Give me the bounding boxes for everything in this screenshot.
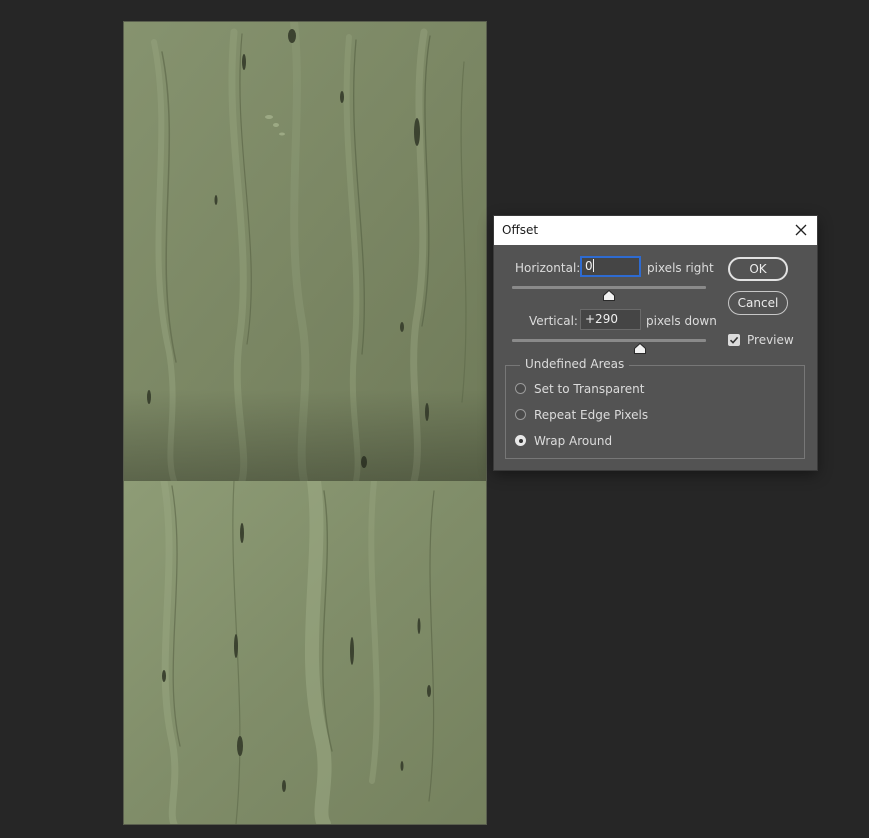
- slider-thumb-icon: [634, 343, 647, 354]
- document-canvas[interactable]: [124, 22, 486, 824]
- dialog-titlebar[interactable]: Offset: [494, 216, 817, 245]
- radio-set-to-transparent[interactable]: [515, 383, 526, 394]
- horizontal-slider-track[interactable]: [512, 286, 706, 289]
- vertical-slider-thumb[interactable]: [634, 343, 647, 354]
- vertical-input[interactable]: +290: [580, 309, 641, 330]
- preview-checkbox[interactable]: [728, 334, 740, 346]
- texture-bottom-half: [124, 481, 486, 824]
- horizontal-slider-thumb[interactable]: [603, 290, 615, 301]
- horizontal-label: Horizontal:: [515, 261, 581, 275]
- preview-label: Preview: [747, 333, 794, 347]
- checkmark-icon: [729, 336, 739, 344]
- option-repeat-edge-pixels[interactable]: Repeat Edge Pixels: [534, 408, 648, 422]
- dialog-title: Offset: [502, 223, 539, 237]
- vertical-value: +290: [585, 312, 618, 326]
- radio-wrap-around[interactable]: [515, 435, 526, 446]
- undefined-areas-title: Undefined Areas: [520, 357, 630, 371]
- vertical-label: Vertical:: [529, 314, 578, 328]
- vertical-slider-track[interactable]: [512, 339, 706, 342]
- radio-repeat-edge-pixels[interactable]: [515, 409, 526, 420]
- vertical-unit: pixels down: [646, 314, 717, 328]
- ok-button[interactable]: OK: [728, 257, 788, 281]
- horizontal-value: 0: [585, 259, 593, 273]
- close-button[interactable]: [791, 220, 811, 240]
- horizontal-unit: pixels right: [647, 261, 714, 275]
- close-icon: [795, 224, 807, 236]
- offset-dialog: Offset Horizontal: 0 pixels right Vertic…: [494, 216, 817, 470]
- option-set-to-transparent[interactable]: Set to Transparent: [534, 382, 644, 396]
- text-caret: [592, 259, 594, 272]
- cancel-button[interactable]: Cancel: [728, 291, 788, 315]
- slider-thumb-icon: [603, 290, 615, 301]
- horizontal-input[interactable]: 0: [580, 256, 641, 277]
- option-wrap-around[interactable]: Wrap Around: [534, 434, 612, 448]
- texture-top-half: [124, 22, 486, 481]
